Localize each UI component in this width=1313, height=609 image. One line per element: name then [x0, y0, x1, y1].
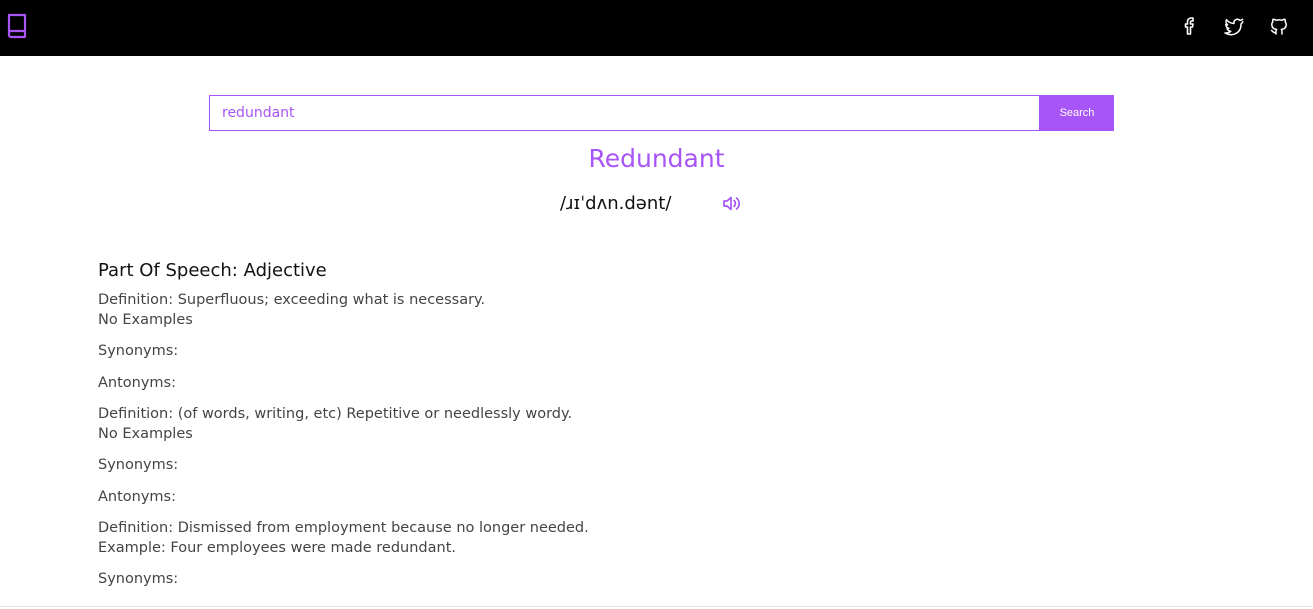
- definition-text: Definition: Dismissed from employment be…: [98, 520, 589, 536]
- speaker-icon[interactable]: [722, 195, 741, 212]
- definition-entry: Definition: (of words, writing, etc) Rep…: [98, 405, 1198, 507]
- definition-text: Definition: (of words, writing, etc) Rep…: [98, 406, 573, 422]
- twitter-icon[interactable]: [1223, 15, 1245, 37]
- example-text: Example: Four employees were made redund…: [98, 539, 457, 556]
- synonyms-label: Synonyms:: [98, 571, 179, 587]
- antonyms-label: Antonyms:: [98, 374, 177, 391]
- definition-text: Definition: Superfluous; exceeding what …: [98, 292, 486, 308]
- facebook-icon[interactable]: [1179, 15, 1201, 37]
- definition-entry: Definition: Dismissed from employment be…: [98, 519, 1198, 590]
- phonetic-text: /ɹɪˈdʌn.dənt/: [560, 193, 672, 214]
- search-bar: Search: [209, 95, 1114, 131]
- search-button[interactable]: Search: [1040, 95, 1114, 131]
- synonyms-label: Synonyms:: [98, 457, 179, 473]
- search-input[interactable]: [209, 95, 1040, 131]
- example-text: No Examples: [98, 425, 193, 442]
- part-of-speech-heading: Part Of Speech: Adjective: [98, 260, 327, 281]
- top-navbar: [0, 0, 1313, 56]
- example-text: No Examples: [98, 311, 193, 328]
- divider: [0, 606, 1313, 607]
- word-title: Redundant: [588, 144, 725, 173]
- meanings-section: Part Of Speech: Adjective Definition: Su…: [98, 258, 1198, 590]
- book-icon[interactable]: [6, 13, 28, 39]
- github-icon[interactable]: [1268, 15, 1290, 37]
- definition-entry: Definition: Superfluous; exceeding what …: [98, 291, 1198, 393]
- synonyms-label: Synonyms:: [98, 343, 179, 359]
- antonyms-label: Antonyms:: [98, 488, 177, 505]
